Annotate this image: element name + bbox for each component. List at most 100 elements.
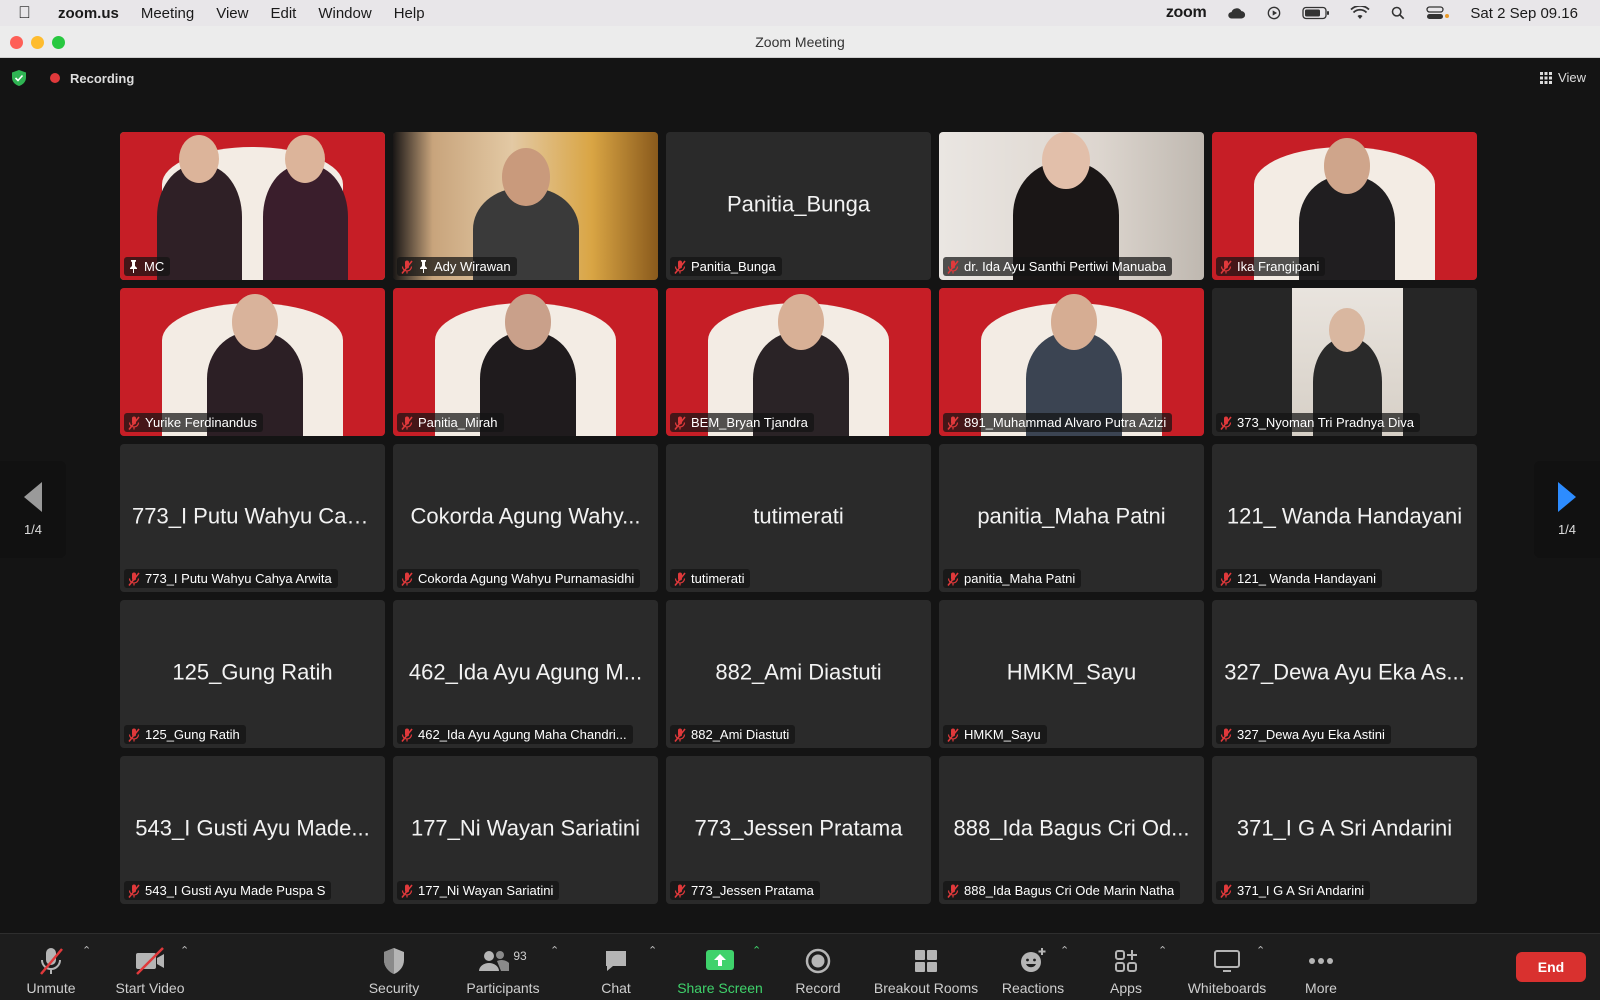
participant-tile[interactable]: Ady Wirawan [393, 132, 658, 280]
record-icon [805, 948, 831, 974]
clock-datetime[interactable]: Sat 2 Sep 09.16 [1470, 5, 1578, 22]
unmute-label: Unmute [26, 980, 76, 996]
reactions-button[interactable]: Reactions [1000, 940, 1066, 996]
participant-tile[interactable]: 888_Ida Bagus Cri Od... 888_Ida Bagus Cri… [939, 756, 1204, 904]
play-circle-icon[interactable] [1266, 6, 1282, 20]
participant-tile[interactable]: tutimerati tutimerati [666, 444, 931, 592]
video-options-caret-icon[interactable]: ⌃ [180, 944, 189, 957]
recording-label: Recording [70, 70, 135, 86]
participant-tile[interactable]: MC [120, 132, 385, 280]
start-video-button[interactable]: Start Video [112, 940, 188, 996]
participant-tile[interactable]: Panitia_Bunga Panitia_Bunga [666, 132, 931, 280]
view-label: View [1558, 70, 1586, 85]
video-camera-off-icon [136, 947, 164, 975]
participant-tile[interactable]: 177_Ni Wayan Sariatini 177_Ni Wayan Saria… [393, 756, 658, 904]
cloud-icon[interactable] [1226, 6, 1246, 20]
participant-tile[interactable]: 773_Jessen Pratama 773_Jessen Pratama [666, 756, 931, 904]
share-screen-button[interactable]: Share Screen [676, 940, 764, 996]
whiteboards-options-caret-icon[interactable]: ⌃ [1256, 944, 1265, 957]
close-window-button[interactable] [10, 36, 23, 49]
control-center-icon[interactable] [1426, 6, 1450, 20]
end-meeting-button[interactable]: End [1516, 952, 1586, 982]
participant-tile[interactable]: BEM_Bryan Tjandra [666, 288, 931, 436]
participant-tile[interactable]: panitia_Maha Patni panitia_Maha Patni [939, 444, 1204, 592]
participant-name-label: Yurike Ferdinandus [124, 413, 264, 432]
participant-tile[interactable]: 882_Ami Diastuti 882_Ami Diastuti [666, 600, 931, 748]
menu-view[interactable]: View [216, 5, 248, 22]
microphone-muted-icon [1220, 416, 1232, 430]
more-label: More [1305, 980, 1337, 996]
minimize-window-button[interactable] [31, 36, 44, 49]
prev-page-button[interactable]: 1/4 [0, 461, 66, 558]
record-button[interactable]: Record [792, 940, 844, 996]
microphone-muted-icon [947, 728, 959, 742]
participant-name: panitia_Maha Patni [964, 571, 1076, 586]
participant-tile[interactable]: 543_I Gusti Ayu Made... 543_I Gusti Ayu M… [120, 756, 385, 904]
participant-tile[interactable]: 773_I Putu Wahyu Cah... 773_I Putu Wahyu … [120, 444, 385, 592]
apps-button[interactable]: Apps [1106, 940, 1146, 996]
menu-meeting[interactable]: Meeting [141, 5, 194, 22]
participant-tile[interactable]: Panitia_Mirah [393, 288, 658, 436]
participant-display-name: Cokorda Agung Wahy... [410, 503, 641, 529]
more-button[interactable]: More [1300, 940, 1342, 996]
participant-tile[interactable]: HMKM_Sayu HMKM_Sayu [939, 600, 1204, 748]
wifi-icon[interactable] [1350, 6, 1371, 20]
battery-icon[interactable] [1302, 6, 1330, 20]
participant-name-label: Ika Frangipani [1216, 257, 1326, 276]
participant-name: 543_I Gusti Ayu Made Puspa S [145, 883, 326, 898]
participant-tile[interactable]: Cokorda Agung Wahy... Cokorda Agung Wahyu… [393, 444, 658, 592]
participant-tile[interactable]: Yurike Ferdinandus [120, 288, 385, 436]
breakout-rooms-icon [915, 950, 937, 972]
chat-button[interactable]: Chat [592, 940, 640, 996]
microphone-muted-icon [674, 260, 686, 274]
microphone-muted-icon [128, 416, 140, 430]
participants-button[interactable]: 93 Participants [462, 940, 544, 996]
zoom-status-icon[interactable]: zoom [1166, 4, 1207, 22]
microphone-muted-icon [401, 260, 413, 274]
participants-options-caret-icon[interactable]: ⌃ [550, 944, 559, 957]
apple-menu-icon[interactable]:  [18, 3, 46, 23]
microphone-muted-icon [1220, 260, 1232, 274]
macos-menubar:  zoom.us Meeting View Edit Window Help … [0, 0, 1600, 26]
spotlight-pin-icon [420, 260, 427, 273]
menu-app-zoom[interactable]: zoom.us [58, 5, 119, 22]
participant-tile[interactable]: Ika Frangipani [1212, 132, 1477, 280]
participant-tile[interactable]: 462_Ida Ayu Agung M... 462_Ida Ayu Agung … [393, 600, 658, 748]
participant-tile[interactable]: 125_Gung Ratih 125_Gung Ratih [120, 600, 385, 748]
participant-name-label: 327_Dewa Ayu Eka Astini [1216, 725, 1391, 744]
participant-display-name: 371_I G A Sri Andarini [1236, 815, 1453, 841]
participant-tile[interactable]: 121_ Wanda Handayani 121_ Wanda Handayani [1212, 444, 1477, 592]
microphone-muted-icon [674, 728, 686, 742]
microphone-muted-icon [674, 416, 686, 430]
participant-tile[interactable]: 891_Muhammad Alvaro Putra Azizi [939, 288, 1204, 436]
chat-options-caret-icon[interactable]: ⌃ [648, 944, 657, 957]
participant-name: Panitia_Mirah [418, 415, 498, 430]
participant-tile[interactable]: 327_Dewa Ayu Eka As... 327_Dewa Ayu Eka A… [1212, 600, 1477, 748]
participant-display-name: tutimerati [753, 503, 844, 529]
share-options-caret-icon[interactable]: ⌃ [752, 944, 761, 957]
zoom-window-button[interactable] [52, 36, 65, 49]
participant-tile[interactable]: 373_Nyoman Tri Pradnya Diva [1212, 288, 1477, 436]
recording-indicator[interactable]: Recording [12, 70, 134, 86]
security-button[interactable]: Security [362, 940, 426, 996]
shield-check-icon[interactable] [12, 70, 26, 86]
next-page-button[interactable]: 1/4 [1534, 461, 1600, 558]
participant-tile[interactable]: 371_I G A Sri Andarini 371_I G A Sri Anda… [1212, 756, 1477, 904]
participant-display-name: 882_Ami Diastuti [715, 659, 882, 685]
apps-options-caret-icon[interactable]: ⌃ [1158, 944, 1167, 957]
menu-edit[interactable]: Edit [270, 5, 296, 22]
breakout-rooms-button[interactable]: Breakout Rooms [872, 940, 980, 996]
audio-options-caret-icon[interactable]: ⌃ [82, 944, 91, 957]
participant-name-label: panitia_Maha Patni [943, 569, 1082, 588]
spotlight-search-icon[interactable] [1390, 6, 1406, 20]
menu-help[interactable]: Help [394, 5, 425, 22]
participant-display-name: 462_Ida Ayu Agung M... [408, 659, 643, 685]
unmute-button[interactable]: Unmute [20, 940, 82, 996]
participant-name-label: 462_Ida Ayu Agung Maha Chandri... [397, 725, 633, 744]
participant-name: 373_Nyoman Tri Pradnya Diva [1237, 415, 1415, 430]
participant-tile[interactable]: dr. Ida Ayu Santhi Pertiwi Manuaba [939, 132, 1204, 280]
menu-window[interactable]: Window [318, 5, 371, 22]
participant-name-label: 773_Jessen Pratama [670, 881, 820, 900]
reactions-options-caret-icon[interactable]: ⌃ [1060, 944, 1069, 957]
view-button[interactable]: View [1540, 70, 1586, 85]
